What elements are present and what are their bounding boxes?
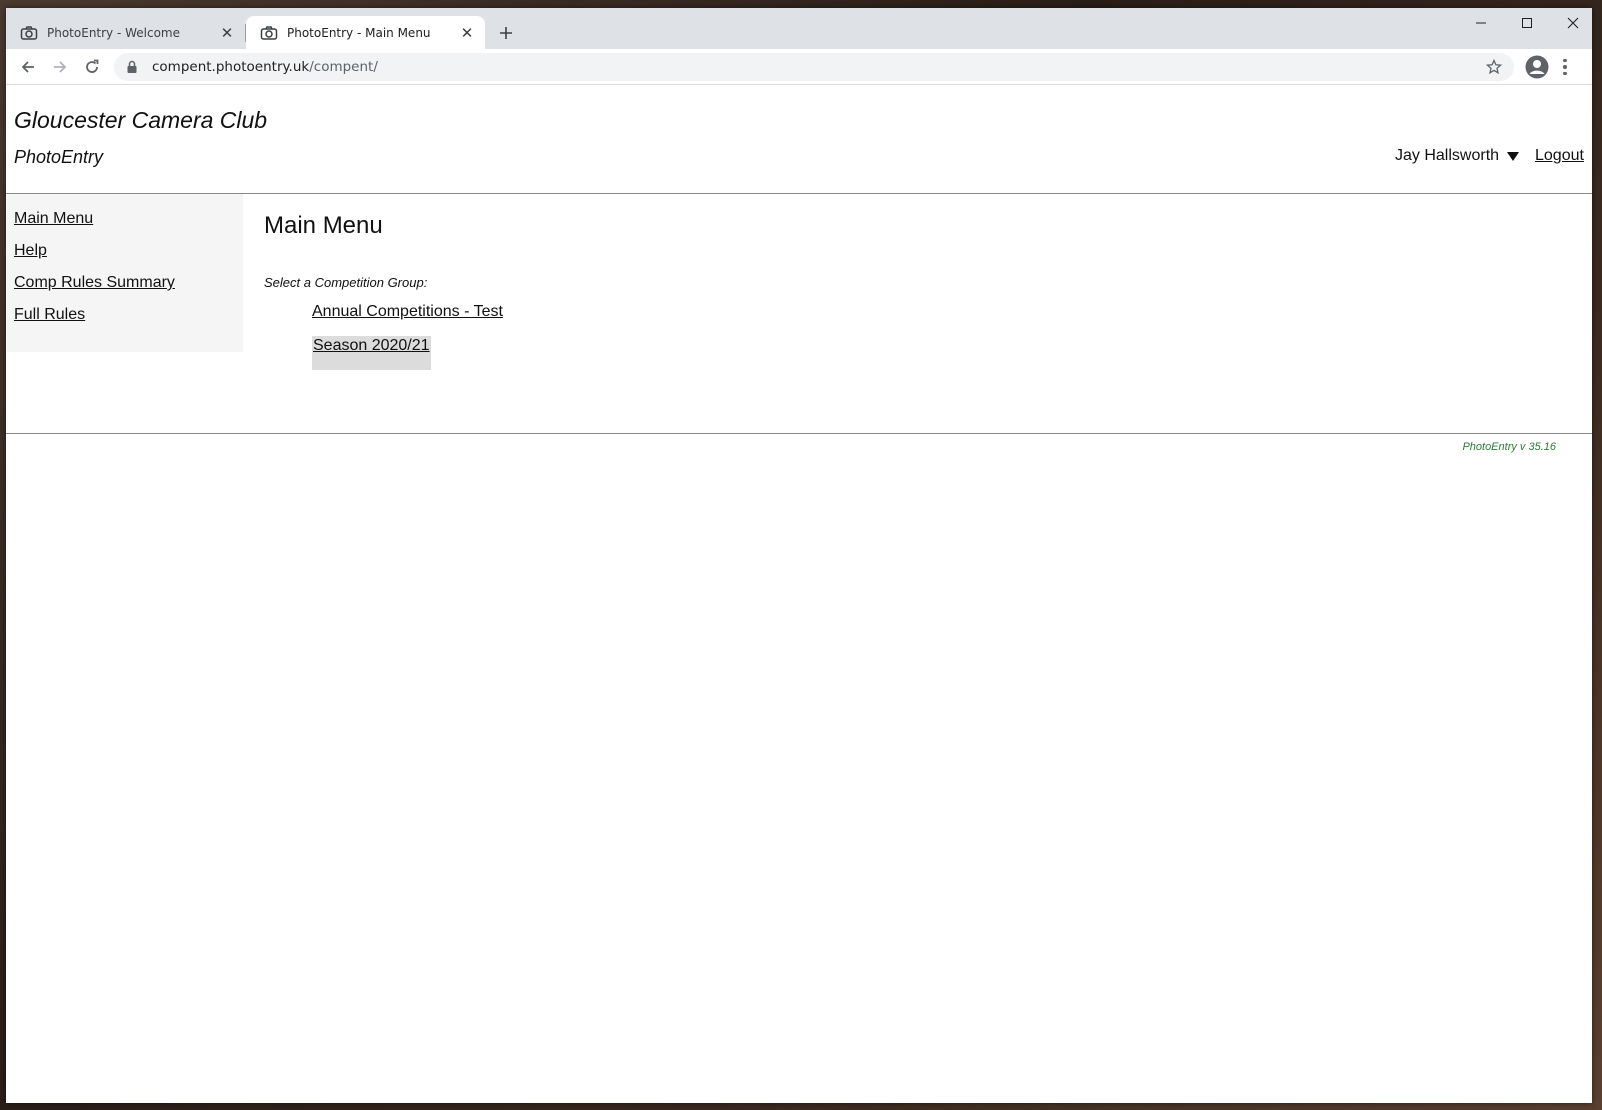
web-page: Gloucester Camera Club PhotoEntry Jay Ha… [6,86,1592,1103]
star-icon[interactable] [1486,59,1502,75]
sidebar-item-comp-rules-summary[interactable]: Comp Rules Summary [14,274,243,306]
minimize-button[interactable] [1458,8,1504,38]
club-name: Gloucester Camera Club [14,107,268,133]
user-name: Jay Hallsworth [1395,147,1500,164]
sidebar-item-main-menu[interactable]: Main Menu [14,210,243,242]
app-name: PhotoEntry [14,147,104,167]
select-group-label: Select a Competition Group: [264,275,428,290]
browser-window: PhotoEntry - Welcome ✕ PhotoEntry - Main… [6,8,1592,1103]
close-icon[interactable]: ✕ [459,24,475,42]
user-menu[interactable]: Jay Hallsworth [1395,147,1520,165]
maximize-icon [1522,18,1532,28]
page-title: Main Menu [264,212,383,239]
version-label: PhotoEntry v 35.16 [1462,441,1556,453]
sidebar: Main Menu Help Comp Rules Summary Full R… [6,194,243,352]
browser-menu-button[interactable] [1559,55,1571,79]
group-link-season-2020-21[interactable]: Season 2020/21 [312,336,431,370]
footer-divider [6,433,1592,434]
new-tab-button[interactable] [492,21,520,45]
browser-toolbar: compent.photoentry.uk/compent/ [6,49,1592,85]
url-path: /compent/ [309,59,378,75]
tab-main-menu[interactable]: PhotoEntry - Main Menu ✕ [246,16,485,49]
minimize-icon [1476,22,1486,24]
reload-button[interactable] [78,53,106,81]
close-icon[interactable]: ✕ [219,24,235,42]
arrow-right-icon [54,61,67,73]
back-button[interactable] [14,53,42,81]
close-icon [1567,17,1579,29]
tab-title: PhotoEntry - Welcome [47,25,181,40]
forward-button[interactable] [46,53,74,81]
tab-welcome[interactable]: PhotoEntry - Welcome ✕ [6,16,245,49]
address-bar[interactable]: compent.photoentry.uk/compent/ [114,53,1514,81]
lock-icon [127,60,137,73]
close-window-button[interactable] [1550,8,1592,38]
reload-icon [86,59,99,73]
caret-down-icon [1507,151,1520,161]
tab-strip: PhotoEntry - Welcome ✕ PhotoEntry - Main… [6,8,1592,49]
camera-icon [20,25,38,40]
competition-group-list: Annual Competitions - Test Season 2020/2… [312,302,503,370]
profile-avatar-icon[interactable] [1524,54,1550,80]
header-divider [6,193,1592,194]
tab-title: PhotoEntry - Main Menu [287,25,431,40]
url-host: compent.photoentry.uk [152,59,310,75]
sidebar-item-help[interactable]: Help [14,242,243,274]
plus-icon [500,27,512,39]
sidebar-item-full-rules[interactable]: Full Rules [14,306,243,338]
maximize-button[interactable] [1504,8,1550,38]
camera-icon [260,25,278,40]
group-link-annual-competitions[interactable]: Annual Competitions - Test [312,302,503,336]
arrow-left-icon [21,61,34,73]
logout-link[interactable]: Logout [1535,147,1584,165]
